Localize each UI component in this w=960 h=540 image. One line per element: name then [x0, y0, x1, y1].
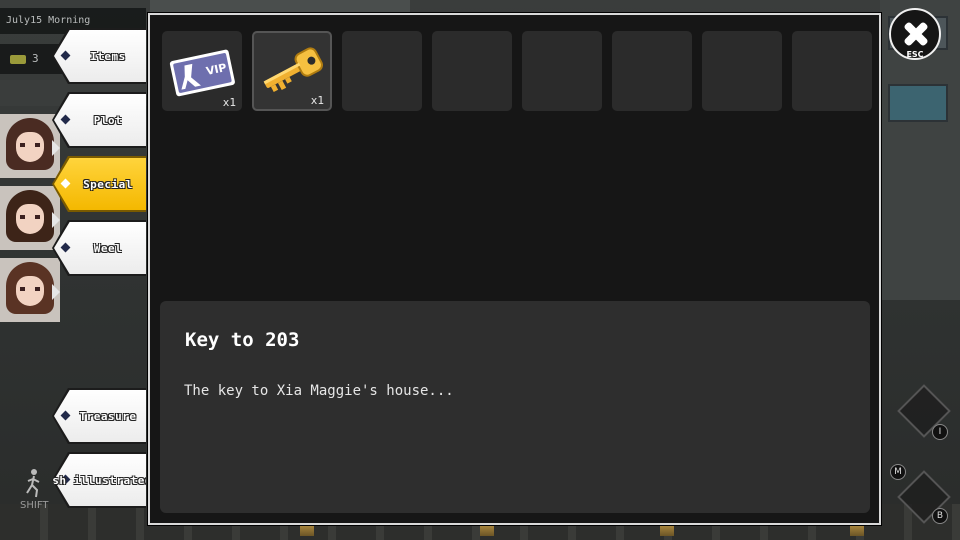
- item-slot-empty[interactable]: [522, 31, 602, 111]
- item-slot-empty[interactable]: [702, 31, 782, 111]
- item-slot-key[interactable]: x1: [252, 31, 332, 111]
- tab-label: Items: [90, 49, 126, 63]
- character-portrait[interactable]: [0, 258, 60, 322]
- inventory-panel: VIP x1 x1 Key to 203 The key to Xia Magg…: [148, 13, 881, 525]
- tab-label: Special: [83, 177, 133, 191]
- coin-icon: [10, 55, 26, 64]
- item-quantity: x1: [310, 94, 324, 107]
- tab-treasure[interactable]: Treasure: [52, 388, 146, 444]
- hotkey-m-label: M: [890, 464, 906, 480]
- item-title: Key to 203: [185, 329, 300, 351]
- esc-label: ESC: [906, 50, 924, 59]
- item-slot-empty[interactable]: [432, 31, 512, 111]
- item-quantity: x1: [222, 96, 236, 109]
- character-portrait[interactable]: [0, 186, 60, 250]
- shift-hint: SHIFT: [20, 500, 49, 511]
- item-slot-empty[interactable]: [612, 31, 692, 111]
- item-slot-empty[interactable]: [792, 31, 872, 111]
- tab-label: Weel: [93, 241, 123, 255]
- tab-special[interactable]: Special: [52, 156, 146, 212]
- item-slot-vip-card[interactable]: VIP x1: [162, 31, 242, 111]
- item-slot-empty[interactable]: [342, 31, 422, 111]
- item-description-box: Key to 203 The key to Xia Maggie's house…: [160, 301, 870, 513]
- hotkey-i-label: I: [932, 424, 948, 440]
- tab-weel[interactable]: Weel: [52, 220, 146, 276]
- character-portrait[interactable]: [0, 114, 60, 178]
- tab-fish-illustrated[interactable]: fish illustrated b: [52, 452, 146, 508]
- tab-items[interactable]: Items: [52, 28, 146, 84]
- item-description: The key to Xia Maggie's house...: [184, 383, 454, 399]
- tab-plot[interactable]: Plot: [52, 92, 146, 148]
- tab-label: Plot: [93, 113, 123, 127]
- money-value: 3: [32, 52, 39, 65]
- hotkey-b-label: B: [932, 508, 948, 524]
- tab-label: Treasure: [79, 409, 137, 423]
- close-button[interactable]: ESC: [889, 8, 941, 60]
- sprint-icon: [26, 469, 40, 498]
